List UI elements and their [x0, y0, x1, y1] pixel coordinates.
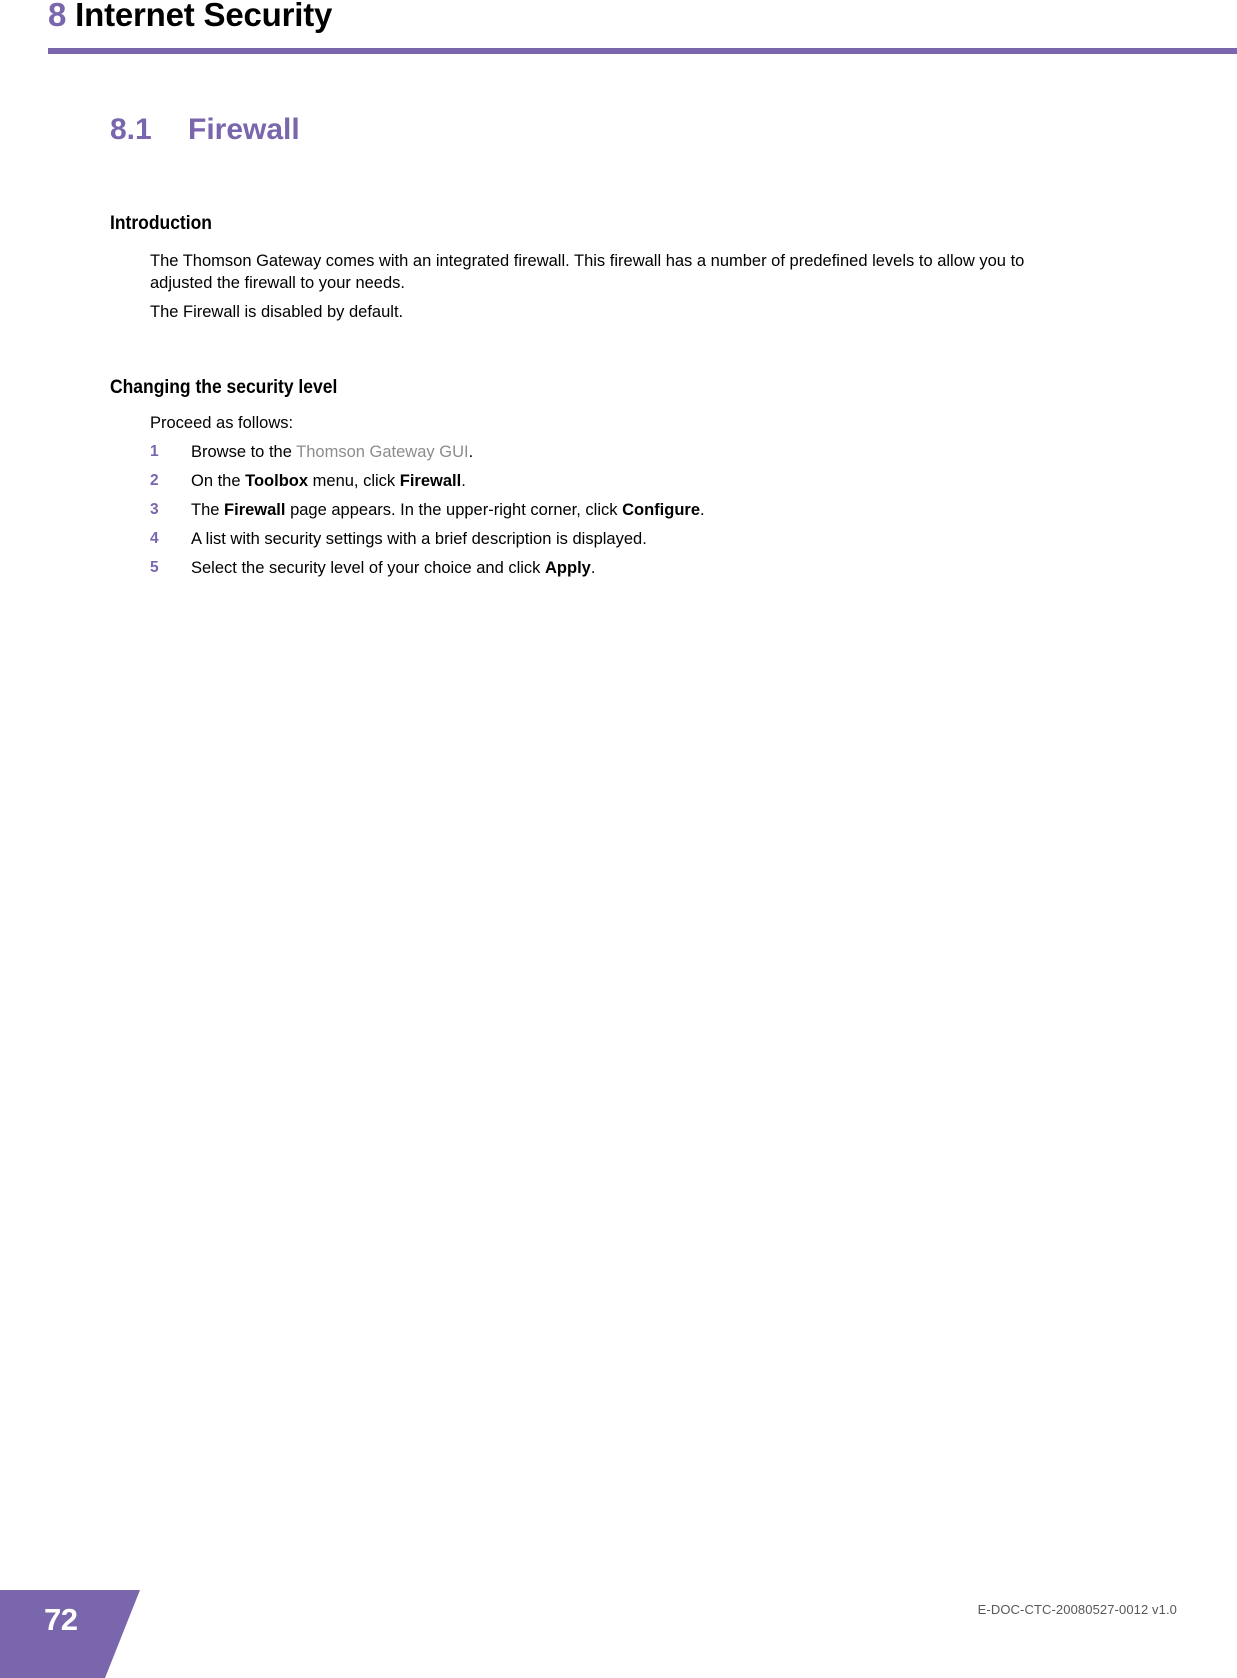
step-text: A list with security settings with a bri… [191, 528, 647, 550]
step-text-suffix: . [468, 443, 474, 461]
introduction-paragraph-2: The Firewall is disabled by default. [150, 303, 404, 321]
chapter-title-line: 8 Internet Security [48, 0, 332, 34]
step-text: Select the security level of your choice… [191, 557, 595, 579]
section-heading: 8.1 Firewall [110, 113, 300, 147]
ui-label-apply: Apply [545, 559, 591, 577]
document-id: E-DOC-CTC-20080527-0012 v1.0 [977, 1602, 1177, 1617]
ui-label-firewall: Firewall [399, 472, 462, 490]
list-item: 1 Browse to the Thomson Gateway GUI. [150, 441, 1070, 470]
chapter-divider-rule [48, 48, 1237, 54]
ui-label-toolbox: Toolbox [245, 472, 309, 490]
section-number: 8.1 [110, 113, 152, 146]
step-number: 1 [150, 443, 159, 460]
step-text-prefix: The [191, 501, 225, 519]
list-item: 3 The Firewall page appears. In the uppe… [150, 499, 1070, 528]
chapter-header: 8 Internet Security [0, 0, 1237, 60]
procedure-step-list: 1 Browse to the Thomson Gateway GUI. 2 O… [150, 441, 1070, 586]
ui-label-firewall-page: Firewall [224, 501, 286, 519]
step-text-prefix: Select the security level of your choice… [191, 559, 546, 577]
step-text-middle: page appears. In the upper-right corner,… [285, 501, 623, 519]
chapter-number: 8 [48, 0, 67, 33]
chapter-title: Internet Security [75, 0, 333, 33]
ui-label-configure: Configure [622, 501, 701, 519]
proceed-as-follows-text: Proceed as follows: [150, 414, 294, 432]
step-text-prefix: On the [191, 472, 246, 490]
cross-reference-link[interactable]: Thomson Gateway GUI [296, 443, 468, 461]
step-text-prefix: Browse to the [191, 443, 297, 461]
list-item: 4 A list with security settings with a b… [150, 528, 1070, 557]
step-text-suffix: . [461, 472, 466, 490]
step-number: 4 [150, 530, 159, 547]
introduction-paragraph-1: The Thomson Gateway comes with an integr… [150, 252, 1025, 292]
step-text-suffix: . [590, 559, 596, 577]
step-text-prefix: A list with security settings with a bri… [191, 530, 647, 548]
step-text: Browse to the Thomson Gateway GUI. [191, 441, 473, 463]
step-text: The Firewall page appears. In the upper-… [191, 499, 705, 521]
list-item: 5 Select the security level of your choi… [150, 557, 1070, 586]
step-text-suffix: . [700, 501, 705, 519]
introduction-heading: Introduction [110, 213, 212, 234]
changing-security-level-heading: Changing the security level [110, 377, 338, 398]
step-number: 2 [150, 472, 159, 489]
step-number: 3 [150, 501, 159, 518]
list-item: 2 On the Toolbox menu, click Firewall. [150, 470, 1070, 499]
step-text: On the Toolbox menu, click Firewall. [191, 470, 466, 492]
section-title: Firewall [188, 113, 300, 146]
step-text-middle: menu, click [308, 472, 400, 490]
step-number: 5 [150, 559, 159, 576]
